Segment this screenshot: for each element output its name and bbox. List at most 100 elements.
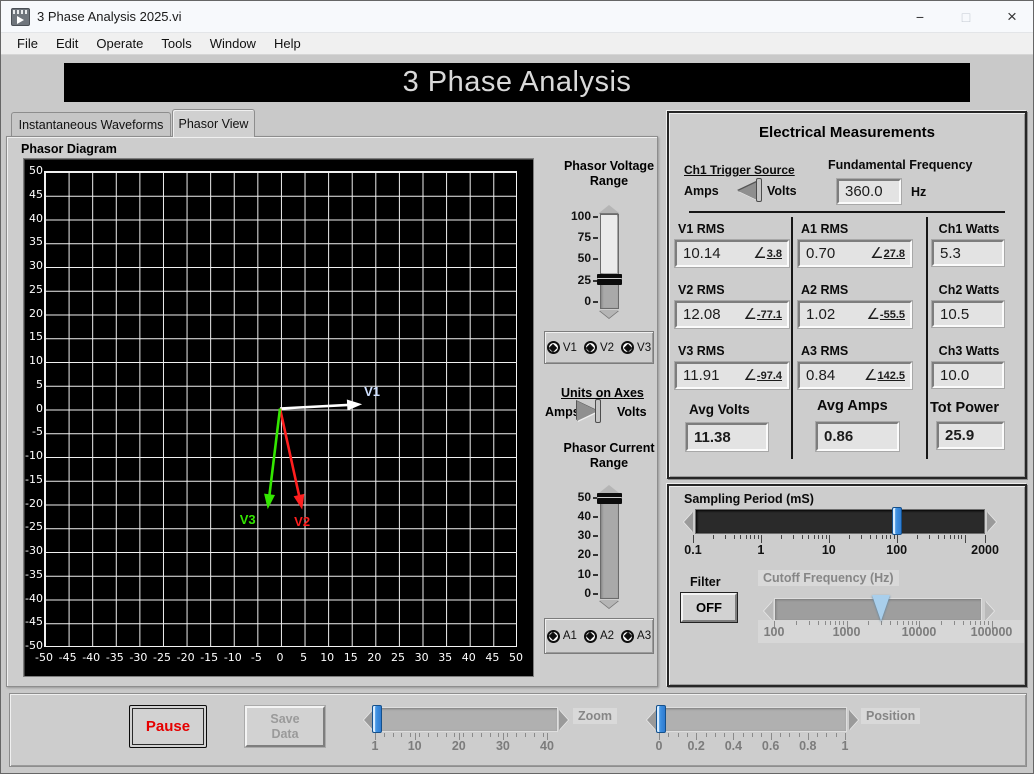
voltage-range-scale-tick [593,237,598,240]
close-icon[interactable]: × [989,1,1033,33]
radio-icon [621,629,635,643]
current-range-handle[interactable] [597,492,622,504]
measurements-title: Electrical Measurements [759,124,935,141]
watts-label: Ch1 Watts [938,222,1000,236]
sampling-tick [964,535,966,543]
maximize-icon[interactable]: □ [943,1,989,33]
sampling-tick [929,535,931,539]
cutoff-scale-label: 1000 [832,625,861,639]
trigger-toggle-switch[interactable] [738,182,757,200]
rms-label: V2 RMS [678,283,725,297]
sampling-slider-handle[interactable] [891,507,902,535]
position-tick [705,733,707,737]
position-tick [677,733,679,737]
tab-phasor-view[interactable]: Phasor View [172,109,255,137]
position-label: Position [861,708,921,724]
position-tick [742,733,744,737]
angle-readout: ∠ 27.8 [870,246,910,261]
y-tick-label: 50 [29,164,43,177]
voltage-range-up-arrow[interactable] [599,205,619,213]
voltage-channel-v2[interactable]: V2 [583,341,615,354]
position-tick [724,733,726,737]
sampling-tick [781,535,783,539]
app-window: 3 Phase Analysis 2025.vi − □ × File Edit O… [0,0,1034,774]
rms-value: 1.02 [806,306,836,323]
current-range-up-arrow[interactable] [599,485,619,493]
menu-window[interactable]: Window [202,34,264,53]
sampling-slider-track[interactable] [695,509,985,534]
watts-value: 10.5 [940,305,970,323]
current-range-down-arrow[interactable] [599,600,619,608]
angle-readout: ∠ 142.5 [864,368,910,383]
zoom-slider-track[interactable] [374,707,558,732]
zoom-tick [489,733,491,737]
watts-display: 10.0 [932,362,1004,388]
save-data-button[interactable]: Save Data [245,706,325,747]
watts-label: Ch2 Watts [938,283,1000,297]
banner: 3 Phase Analysis [64,63,970,102]
menu-operate[interactable]: Operate [88,34,151,53]
sampling-tick [961,535,963,539]
rms-angle-value: -77.1 [756,309,782,321]
voltage-channel-v1[interactable]: V1 [546,341,577,354]
current-channel-a2[interactable]: A2 [583,629,615,643]
radio-label: A2 [599,630,615,642]
tab-instantaneous-waveforms[interactable]: Instantaneous Waveforms [11,112,171,137]
voltage-range-scale-tick [593,215,598,218]
watts-display: 10.5 [932,301,1004,327]
rms-display: 1.02 ∠ -55.5 [798,301,912,328]
position-tick [752,733,753,737]
angle-icon: ∠ [753,244,767,262]
plot-title: Phasor Diagram [21,142,117,156]
cutoff-decrement-arrow[interactable] [764,601,773,621]
sampling-tick [808,535,810,539]
cutoff-slider-handle[interactable] [872,595,891,621]
sampling-scale-label: 2000 [971,543,999,557]
y-tick-label: 20 [29,306,43,320]
radio-label: A1 [562,630,577,642]
voltage-channel-v3[interactable]: V3 [621,341,651,354]
menu-file[interactable]: File [9,34,46,53]
zoom-tick [463,733,465,737]
menu-help[interactable]: Help [266,34,309,53]
sampling-tick [822,535,824,539]
zoom-tick [427,733,429,737]
sampling-tick [876,535,878,539]
zoom-tick [472,733,474,737]
voltage-range-down-arrow[interactable] [599,310,619,318]
y-tick-label: -30 [25,544,43,557]
sampling-tick [754,535,756,539]
position-increment-arrow[interactable] [849,710,858,730]
pause-button[interactable]: Pause [129,705,207,748]
watts-label: Ch3 Watts [938,344,1000,358]
sampling-increment-arrow[interactable] [987,512,996,532]
minimize-icon[interactable]: − [897,1,943,33]
voltage-range-handle[interactable] [597,273,622,285]
trigger-volts-label: Volts [767,184,797,198]
filter-off-button[interactable]: OFF [681,593,737,622]
current-channel-a3[interactable]: A3 [621,629,651,643]
zoom-increment-arrow[interactable] [559,710,568,730]
units-on-axes-label: Units on Axes [561,386,644,400]
window-controls: − □ × [897,1,1033,33]
sampling-tick [886,535,888,539]
current-range-track[interactable] [600,494,619,599]
position-decrement-arrow[interactable] [647,710,656,730]
sampling-tick [825,535,827,539]
phasor-diagram[interactable]: 50 45 40 35 30 25 20 15 10 5 0 -5 -10 -15 -20 -25 -30 -35… [23,158,534,677]
pause-button-face[interactable]: Pause [132,708,204,745]
sampling-decrement-arrow[interactable] [684,512,693,532]
zoom-slider-handle[interactable] [372,705,382,733]
position-slider-handle[interactable] [656,705,666,733]
menu-edit[interactable]: Edit [48,34,86,53]
current-range-scale-label: 40 [577,508,591,523]
radio-label: V2 [599,341,615,354]
position-slider-track[interactable] [657,707,847,732]
trigger-toggle-knob[interactable] [756,178,762,202]
menu-tools[interactable]: Tools [153,34,199,53]
voltage-range-scale-label: 75 [577,230,591,245]
units-toggle-knob[interactable] [595,399,601,423]
cutoff-increment-arrow[interactable] [985,601,994,621]
units-volts-label: Volts [617,405,647,419]
current-channel-a1[interactable]: A1 [546,629,577,643]
